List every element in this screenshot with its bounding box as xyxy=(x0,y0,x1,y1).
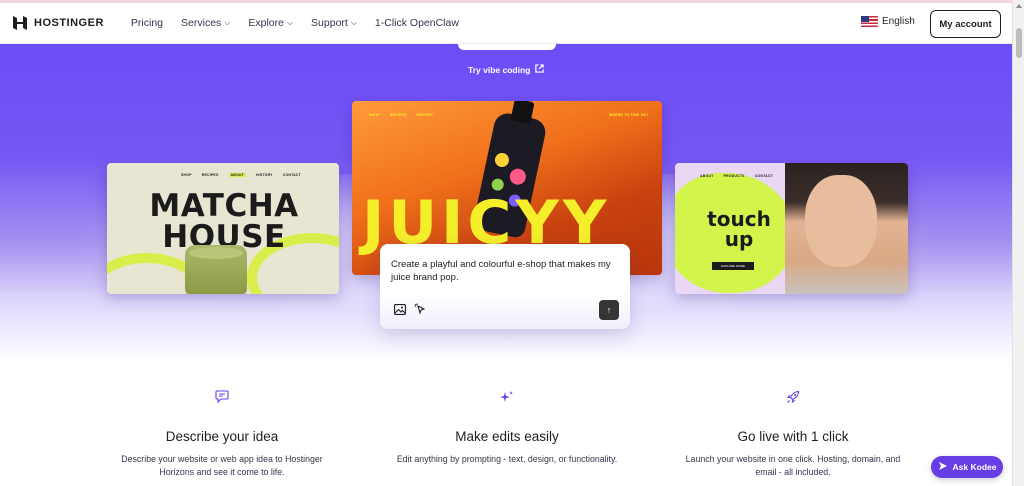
template-card-matcha[interactable]: SHOP RECIPES ABOUT HISTORY CONTACT MATCH… xyxy=(107,163,339,294)
chat-icon xyxy=(107,390,337,406)
scroll-up-arrow-icon[interactable] xyxy=(1016,4,1022,8)
feature-description: Describe your website or web app idea to… xyxy=(121,454,323,477)
external-link-icon xyxy=(535,64,545,75)
card-mini-nav: SHOP RECIPES HISTORY xyxy=(369,113,433,117)
portrait-image xyxy=(785,163,908,294)
language-label: English xyxy=(882,16,915,27)
main-nav: Pricing Services ⌵ Explore ⌵ Support ⌵ 1-Cl… xyxy=(131,17,459,29)
hero-input-edge[interactable] xyxy=(458,44,556,50)
us-flag-icon xyxy=(861,16,878,27)
mini-nav-item: ABOUT xyxy=(228,173,246,177)
chevron-down-icon: ⌵ xyxy=(286,18,294,27)
mini-nav-item: ABOUT xyxy=(700,174,714,178)
mini-nav-item: CONTACT xyxy=(754,174,773,178)
feature-description: Edit anything by prompting - text, desig… xyxy=(396,454,618,464)
feature-description: Launch your website in one click. Hostin… xyxy=(685,454,901,477)
hostinger-logo-icon xyxy=(12,15,28,31)
card-title: touch up xyxy=(693,209,785,249)
mini-nav-item: CONTACT xyxy=(282,173,301,177)
title-line: touch xyxy=(707,207,771,231)
mini-nav-item: RECIPES xyxy=(201,173,219,177)
feature-describe: Describe your idea Describe your website… xyxy=(107,390,337,479)
top-navigation: HOSTINGER Pricing Services ⌵ Explore ⌵ Sup… xyxy=(0,0,1012,44)
card-mini-nav: SHOP RECIPES ABOUT HISTORY CONTACT xyxy=(181,173,301,177)
explore-more-button: EXPLORE MORE xyxy=(712,262,754,270)
mini-nav-item: HISTORY xyxy=(255,173,273,177)
mini-nav-item: WHERE TO FIND US? xyxy=(609,113,649,117)
hostinger-logo[interactable]: HOSTINGER xyxy=(12,15,104,31)
mini-nav-item: PRODUCTS xyxy=(723,174,745,178)
nav-label: Explore xyxy=(248,17,284,29)
title-line: MATCHA xyxy=(149,188,299,224)
mini-nav-item: HISTORY xyxy=(416,113,434,117)
mini-nav-item: SHOP xyxy=(181,173,192,177)
nav-label: Services xyxy=(181,17,222,29)
nav-item-support[interactable]: Support ⌵ xyxy=(311,17,357,29)
chevron-down-icon: ⌵ xyxy=(350,18,357,27)
mini-nav-item: SHOP xyxy=(369,113,380,117)
template-card-touch-up[interactable]: ABOUT PRODUCTS CONTACT touch up EXPLORE … xyxy=(675,163,908,294)
kodee-sparkle-icon xyxy=(938,461,948,473)
bottle-dot xyxy=(508,167,528,187)
feature-edit: Make edits easily Edit anything by promp… xyxy=(392,390,622,466)
logo-text: HOSTINGER xyxy=(34,17,104,29)
nav-label: Pricing xyxy=(130,17,164,29)
prompt-box[interactable]: Create a playful and colourful e-shop th… xyxy=(380,244,630,329)
send-button[interactable]: ↑ xyxy=(599,300,619,320)
card-title: MATCHA HOUSE xyxy=(143,191,305,253)
nav-label: Support xyxy=(311,17,348,29)
language-selector[interactable]: English xyxy=(861,16,915,27)
vibe-link-label: Try vibe coding xyxy=(468,64,531,75)
card-mini-nav-right: WHERE TO FIND US? xyxy=(609,113,648,117)
nav-item-services[interactable]: Services ⌵ xyxy=(181,17,230,29)
matcha-bowl-image xyxy=(185,245,247,294)
feature-go-live: Go live with 1 click Launch your website… xyxy=(678,390,908,479)
rocket-icon xyxy=(678,390,908,406)
feature-title: Describe your idea xyxy=(165,429,279,444)
image-icon[interactable] xyxy=(393,302,407,316)
nav-item-pricing[interactable]: Pricing xyxy=(131,17,163,29)
scrollbar-thumb[interactable] xyxy=(1016,28,1022,58)
bottle-dot xyxy=(493,151,511,169)
chevron-down-icon: ⌵ xyxy=(224,18,231,27)
prompt-text[interactable]: Create a playful and colourful e-shop th… xyxy=(391,258,621,284)
feature-title: Make edits easily xyxy=(455,429,559,444)
try-vibe-coding-link[interactable]: Try vibe coding xyxy=(468,64,545,75)
ask-kodee-button[interactable]: Ask Kodee xyxy=(931,456,1003,478)
pointer-click-icon[interactable] xyxy=(413,302,427,316)
nav-item-explore[interactable]: Explore ⌵ xyxy=(248,17,293,29)
my-account-button[interactable]: My account xyxy=(930,10,1001,38)
page-scrollbar[interactable] xyxy=(1012,0,1024,486)
nav-label: 1-Click OpenClaw xyxy=(374,17,459,29)
mini-nav-item: RECIPES xyxy=(389,113,407,117)
arrow-up-icon: ↑ xyxy=(606,305,612,315)
ask-kodee-label: Ask Kodee xyxy=(952,462,997,472)
sparkles-icon xyxy=(392,390,622,406)
title-line: up xyxy=(724,227,754,251)
feature-title: Go live with 1 click xyxy=(737,429,849,444)
nav-item-openclaw[interactable]: 1-Click OpenClaw xyxy=(375,17,459,29)
card-mini-nav: ABOUT PRODUCTS CONTACT xyxy=(700,174,773,178)
